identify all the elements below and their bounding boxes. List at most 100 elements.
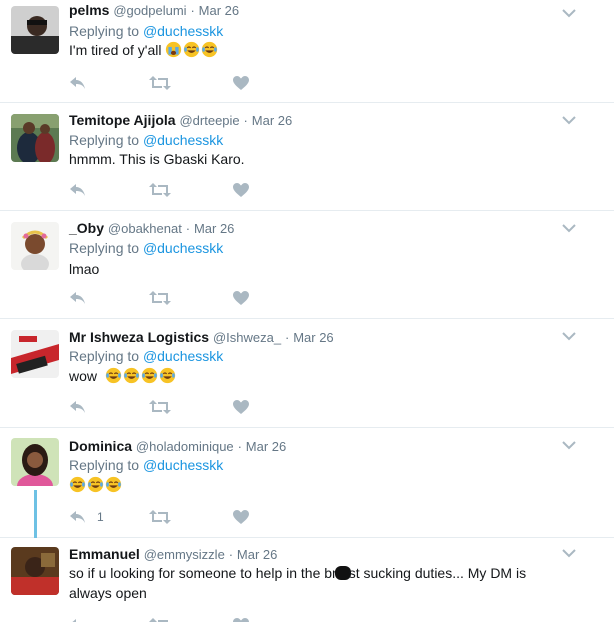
tweet-item[interactable]: _Oby @obakhenat · Mar 26 Replying to @du… bbox=[0, 211, 614, 319]
separator-dot: · bbox=[185, 221, 191, 236]
tweet-header: _Oby @obakhenat · Mar 26 bbox=[69, 220, 234, 236]
tweet-text-body: hmmm. This is Gbaski Karo. bbox=[69, 151, 245, 167]
heart-icon bbox=[233, 510, 249, 524]
tears-of-joy-face-icon bbox=[105, 367, 121, 384]
separator-dot: · bbox=[284, 330, 290, 345]
retweet-button[interactable] bbox=[149, 74, 171, 92]
retweet-icon bbox=[149, 76, 171, 90]
user-avatar-dominica[interactable] bbox=[11, 438, 59, 486]
tweet-item[interactable]: Dominica @holadominique · Mar 26 Replyin… bbox=[0, 428, 614, 540]
like-button[interactable] bbox=[232, 181, 250, 199]
retweet-button[interactable] bbox=[149, 181, 171, 199]
user-handle[interactable]: @obakhenat bbox=[108, 221, 182, 236]
timestamp[interactable]: Mar 26 bbox=[199, 3, 239, 18]
like-button[interactable] bbox=[232, 289, 250, 307]
chevron-down-icon[interactable] bbox=[562, 548, 576, 558]
retweet-icon bbox=[149, 510, 171, 524]
chevron-down-icon[interactable] bbox=[562, 440, 576, 450]
tears-of-joy-face-icon bbox=[202, 41, 218, 58]
tweet-header: Mr Ishweza Logistics @Ishweza_ · Mar 26 bbox=[69, 329, 334, 345]
replying-to-label: Replying to bbox=[69, 240, 140, 256]
loudly-crying-face-icon bbox=[166, 41, 182, 58]
user-handle[interactable]: @drteepie bbox=[179, 113, 239, 128]
like-button[interactable] bbox=[232, 74, 250, 92]
retweet-icon bbox=[149, 291, 171, 305]
user-avatar-oby[interactable] bbox=[11, 222, 59, 270]
replying-to: Replying to @duchesskk bbox=[69, 240, 223, 256]
retweet-button[interactable] bbox=[149, 616, 171, 622]
replying-to: Replying to @duchesskk bbox=[69, 348, 223, 364]
separator-dot: · bbox=[228, 547, 234, 562]
chevron-down-icon[interactable] bbox=[562, 115, 576, 125]
mention-link[interactable]: @duchesskk bbox=[143, 240, 223, 256]
display-name[interactable]: Emmanuel bbox=[69, 546, 140, 562]
heart-icon bbox=[233, 400, 249, 414]
tweet-text-part1: so if u looking for someone to help in t… bbox=[69, 565, 337, 581]
display-name[interactable]: _Oby bbox=[69, 220, 104, 236]
replying-to-label: Replying to bbox=[69, 132, 140, 148]
timestamp[interactable]: Mar 26 bbox=[237, 547, 277, 562]
reply-button[interactable] bbox=[69, 289, 87, 307]
timestamp[interactable]: Mar 26 bbox=[252, 113, 292, 128]
timestamp[interactable]: Mar 26 bbox=[246, 439, 286, 454]
chevron-down-icon[interactable] bbox=[562, 223, 576, 233]
retweet-button[interactable] bbox=[149, 398, 171, 416]
like-button[interactable] bbox=[232, 398, 250, 416]
user-handle[interactable]: @emmysizzle bbox=[144, 547, 225, 562]
user-avatar-emmanuel[interactable] bbox=[11, 547, 59, 595]
like-button[interactable] bbox=[232, 508, 250, 526]
reply-button[interactable] bbox=[69, 74, 87, 92]
user-handle[interactable]: @godpelumi bbox=[113, 3, 186, 18]
display-name[interactable]: pelms bbox=[69, 2, 109, 18]
reply-button[interactable] bbox=[69, 398, 87, 416]
tears-of-joy-face-icon bbox=[159, 367, 175, 384]
reply-button[interactable] bbox=[69, 616, 87, 622]
tweet-item[interactable]: Mr Ishweza Logistics @Ishweza_ · Mar 26 … bbox=[0, 319, 614, 428]
user-avatar-pelms[interactable] bbox=[11, 6, 59, 54]
replying-to: Replying to @duchesskk bbox=[69, 132, 223, 148]
replying-to-label: Replying to bbox=[69, 348, 140, 364]
timestamp[interactable]: Mar 26 bbox=[293, 330, 333, 345]
tweet-header: Temitope Ajijola @drteepie · Mar 26 bbox=[69, 112, 292, 128]
user-handle[interactable]: @Ishweza_ bbox=[213, 330, 281, 345]
retweet-button[interactable] bbox=[149, 289, 171, 307]
tweet-text: lmao bbox=[69, 259, 549, 279]
heart-icon bbox=[233, 76, 249, 90]
retweet-icon bbox=[149, 400, 171, 414]
reply-button[interactable]: 1 bbox=[69, 508, 104, 526]
mention-link[interactable]: @duchesskk bbox=[143, 23, 223, 39]
user-avatar-temitope[interactable] bbox=[11, 114, 59, 162]
chevron-down-icon[interactable] bbox=[562, 8, 576, 18]
user-handle[interactable]: @holadominique bbox=[136, 439, 234, 454]
reply-count: 1 bbox=[97, 510, 104, 524]
user-avatar-ishweza[interactable] bbox=[11, 330, 59, 378]
display-name[interactable]: Temitope Ajijola bbox=[69, 112, 176, 128]
tweet-item[interactable]: pelms @godpelumi · Mar 26 Replying to @d… bbox=[0, 0, 614, 103]
timestamp[interactable]: Mar 26 bbox=[194, 221, 234, 236]
heart-icon bbox=[233, 618, 249, 622]
tweet-text-body: wow bbox=[69, 368, 101, 384]
tweet-text: I'm tired of y'all bbox=[69, 40, 549, 60]
chevron-down-icon[interactable] bbox=[562, 331, 576, 341]
replying-to: Replying to @duchesskk bbox=[69, 457, 223, 473]
replying-to-label: Replying to bbox=[69, 457, 140, 473]
tears-of-joy-face-icon bbox=[123, 367, 139, 384]
retweet-icon bbox=[149, 618, 168, 622]
like-button[interactable] bbox=[232, 616, 250, 622]
mention-link[interactable]: @duchesskk bbox=[143, 132, 223, 148]
tweet-item[interactable]: Emmanuel @emmysizzle · Mar 26 so if u lo… bbox=[0, 538, 614, 622]
reply-button[interactable] bbox=[69, 181, 87, 199]
tweet-text-part2: st sucking duties... My DM is bbox=[348, 565, 527, 581]
thread-connector bbox=[34, 490, 37, 540]
tears-of-joy-face-icon bbox=[105, 476, 122, 493]
tweet-header: Emmanuel @emmysizzle · Mar 26 bbox=[69, 546, 277, 562]
mention-link[interactable]: @duchesskk bbox=[143, 348, 223, 364]
separator-dot: · bbox=[237, 439, 242, 454]
display-name[interactable]: Mr Ishweza Logistics bbox=[69, 329, 209, 345]
tweet-item[interactable]: Temitope Ajijola @drteepie · Mar 26 Repl… bbox=[0, 103, 614, 211]
display-name[interactable]: Dominica bbox=[69, 438, 132, 454]
tweet-text: hmmm. This is Gbaski Karo. bbox=[69, 149, 549, 169]
retweet-button[interactable] bbox=[149, 508, 171, 526]
mention-link[interactable]: @duchesskk bbox=[143, 457, 223, 473]
tweet-text: so if u looking for someone to help in t… bbox=[69, 563, 569, 603]
